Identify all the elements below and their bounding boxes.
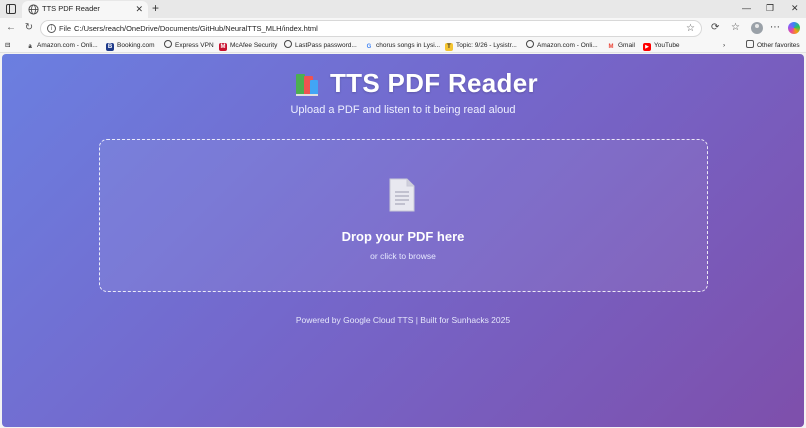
tab-title: TTS PDF Reader [42, 4, 100, 13]
favorites-icon[interactable]: ☆ [731, 22, 740, 34]
bookmark-item[interactable]: M Gmail [607, 40, 635, 52]
favorite-star-icon[interactable]: ☆ [686, 22, 695, 35]
browser-tab[interactable]: TTS PDF Reader ✕ [22, 1, 148, 18]
bookmarks-folder-icon[interactable]: ⊟ [5, 40, 10, 52]
youtube-icon: ▶ [643, 43, 651, 51]
address-url[interactable]: C:/Users/reach/OneDrive/Documents/GitHub… [74, 24, 318, 33]
bookmarks-bar: ⊟ a Amazon.com - Onli... B Booking.com Exp… [0, 39, 806, 53]
bookmark-item[interactable]: ▶ YouTube [643, 40, 680, 52]
address-bar[interactable]: i File C:/Users/reach/OneDrive/Documents… [40, 20, 702, 37]
refresh-icon[interactable]: ↻ [23, 22, 35, 34]
mcafee-icon: M [219, 43, 227, 51]
extensions-icon[interactable]: ⟳ [711, 22, 719, 34]
bookmark-item[interactable]: B Booking.com [106, 40, 155, 52]
globe-icon [526, 40, 534, 48]
page-title: TTS PDF Reader [330, 68, 538, 98]
amazon-icon: a [28, 44, 32, 50]
bookmark-item[interactable]: M McAfee Security [219, 40, 277, 52]
bookmark-item[interactable]: T Topic: 9/26 - Lysistr... [445, 40, 517, 52]
title-bar: TTS PDF Reader ✕ + — ❐ ✕ [0, 0, 806, 18]
browse-link[interactable]: or click to browse [100, 251, 706, 261]
info-icon[interactable]: i [47, 24, 56, 33]
pdf-dropzone[interactable]: Drop your PDF here or click to browse [99, 139, 708, 292]
google-icon: G [366, 44, 372, 50]
new-tab-button[interactable]: + [152, 1, 159, 15]
bookmark-item[interactable]: LastPass password... [284, 40, 357, 52]
back-icon[interactable]: ← [5, 22, 17, 34]
address-scheme: File [59, 24, 72, 33]
bookmark-item[interactable]: a Amazon.com - Onli... [26, 40, 97, 52]
page-viewport: TTS PDF Reader Upload a PDF and listen t… [2, 54, 804, 427]
chevron-right-icon[interactable]: › [723, 40, 725, 52]
tab-actions-icon[interactable] [4, 2, 18, 16]
topic-icon: T [445, 43, 453, 51]
profile-avatar[interactable] [751, 22, 763, 34]
globe-icon [28, 4, 39, 15]
copilot-icon[interactable] [788, 22, 800, 34]
globe-icon [164, 40, 172, 48]
minimize-button[interactable]: — [742, 2, 751, 14]
navigation-bar: ← ↻ i File C:/Users/reach/OneDrive/Docum… [0, 18, 806, 39]
dropzone-title: Drop your PDF here [341, 229, 465, 244]
tab-close-icon[interactable]: ✕ [135, 3, 143, 15]
gmail-icon: M [608, 44, 614, 50]
close-window-button[interactable]: ✕ [791, 2, 799, 14]
bookmark-item[interactable]: Express VPN [164, 40, 214, 52]
books-icon [296, 74, 318, 96]
more-menu-icon[interactable]: ⋯ [770, 22, 780, 34]
page-subtitle: Upload a PDF and listen to it being read… [290, 104, 516, 116]
document-icon [389, 178, 415, 212]
folder-icon [746, 40, 754, 48]
bookmark-item[interactable]: Amazon.com - Onli... [526, 40, 598, 52]
restore-button[interactable]: ❐ [766, 2, 774, 14]
other-favorites[interactable]: Other favorites [746, 40, 800, 52]
globe-icon [284, 40, 292, 48]
booking-icon: B [106, 43, 114, 51]
page-footer: Powered by Google Cloud TTS | Built for … [295, 315, 511, 325]
bookmark-item[interactable]: Gchorus songs in Lysi... [365, 40, 440, 52]
